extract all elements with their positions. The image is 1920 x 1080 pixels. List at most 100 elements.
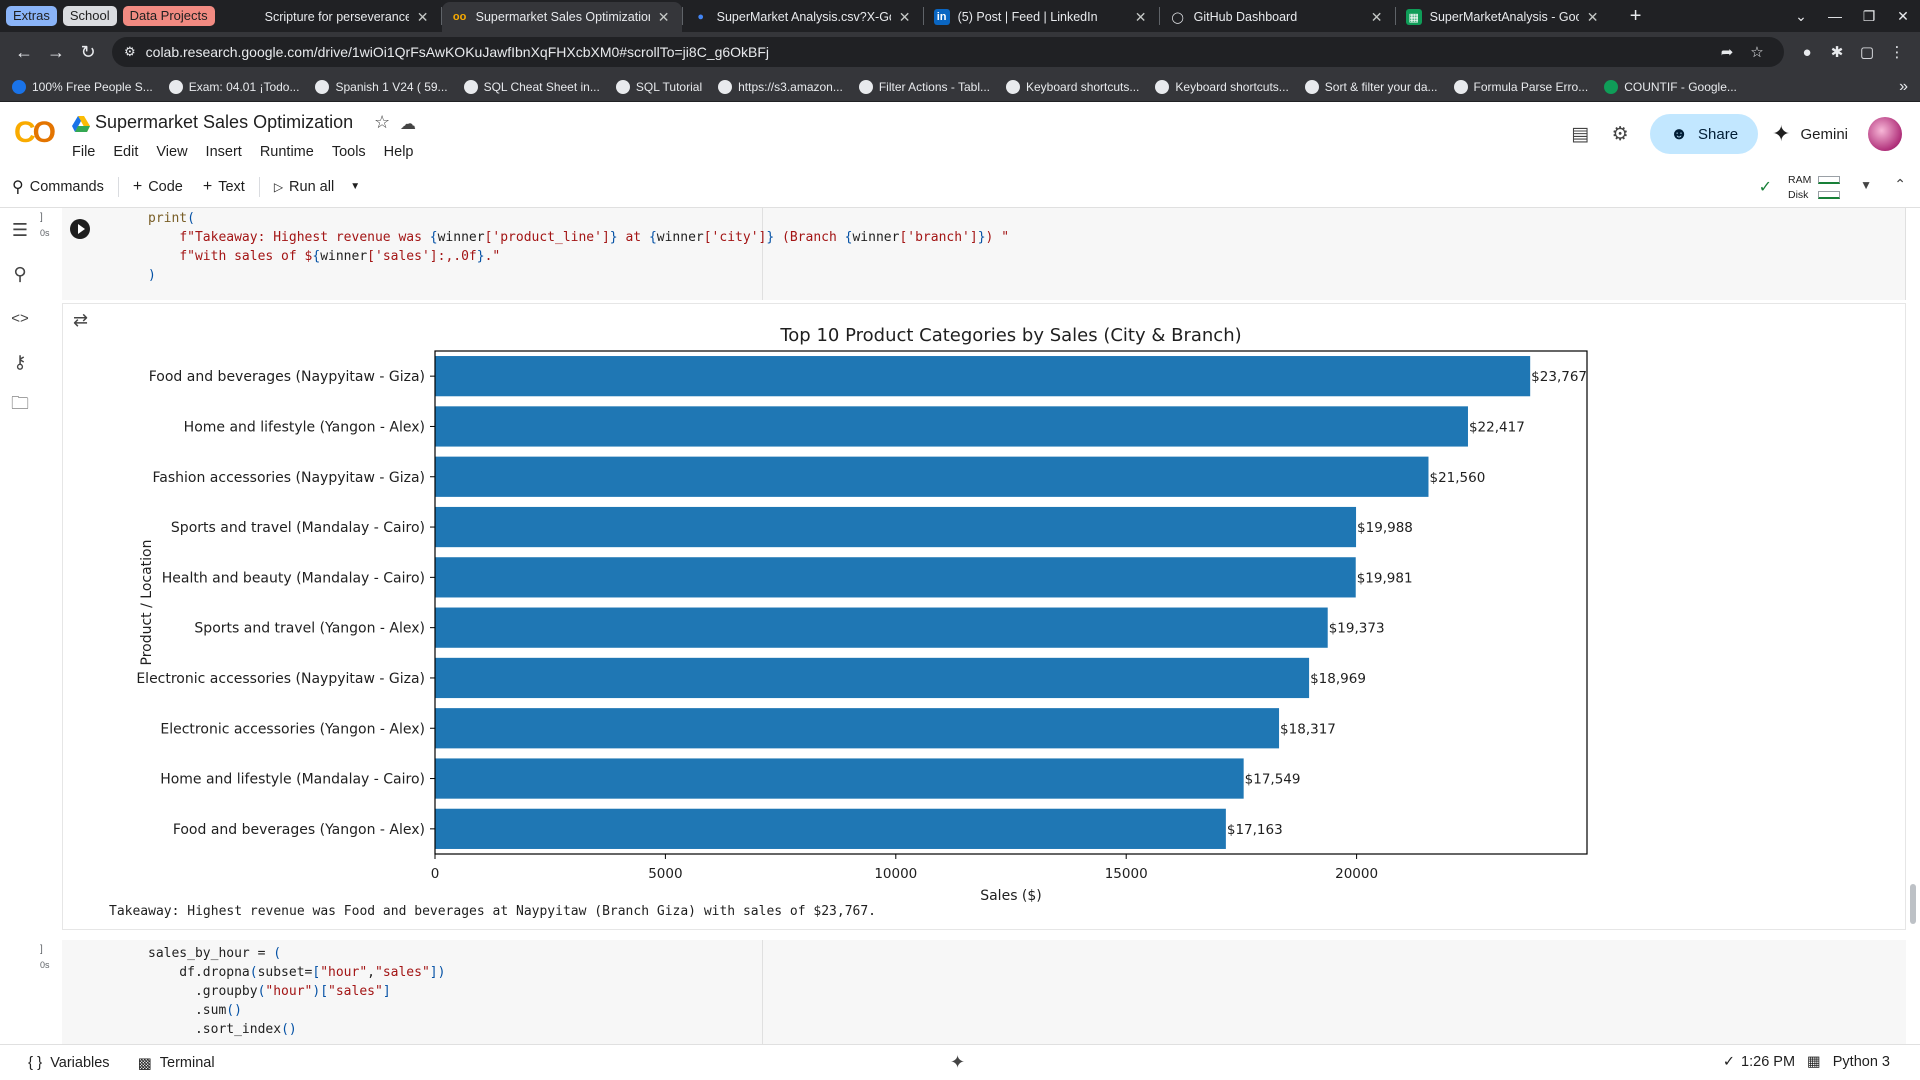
chevron-up-icon[interactable]: ⌃ bbox=[1894, 176, 1906, 193]
browser-tab[interactable]: ◯ GitHub Dashboard ✕ bbox=[1160, 2, 1395, 32]
more-bookmarks-icon[interactable]: » bbox=[1899, 78, 1908, 96]
terminal-button[interactable]: ▩ Terminal bbox=[138, 1054, 215, 1072]
add-text-button[interactable]: + Text bbox=[203, 178, 245, 196]
code-snippets-icon[interactable]: <> bbox=[0, 296, 40, 340]
browser-tab[interactable]: ● SuperMarket Analysis.csv?X-Goo ✕ bbox=[683, 2, 923, 32]
extensions-icon[interactable]: ✱ bbox=[1822, 43, 1852, 61]
code-cell[interactable]: winner = top10.iloc[0]print( f"Takeaway:… bbox=[62, 208, 1906, 300]
menu-item[interactable]: File bbox=[72, 144, 95, 160]
restore-icon[interactable]: ❐ bbox=[1852, 8, 1886, 25]
tab-group-chip[interactable]: Data Projects bbox=[122, 6, 215, 26]
code-token: winner bbox=[852, 230, 900, 245]
share-button[interactable]: ☻ Share bbox=[1650, 114, 1759, 154]
close-icon[interactable]: ✕ bbox=[415, 9, 431, 26]
chevron-down-icon[interactable]: ▼ bbox=[1860, 178, 1872, 192]
bookmark-item[interactable]: 100% Free People S... bbox=[12, 79, 153, 94]
y-tick-label: Home and lifestyle (Mandalay - Cairo) bbox=[160, 772, 425, 788]
secrets-key-icon[interactable]: ⚷ bbox=[0, 340, 40, 384]
bookmark-item[interactable]: Spanish 1 V24 ( 59... bbox=[315, 79, 448, 94]
close-icon[interactable]: ✕ bbox=[897, 9, 913, 26]
reload-icon[interactable]: ↻ bbox=[72, 36, 104, 68]
back-icon[interactable]: ← bbox=[8, 36, 40, 68]
forward-icon[interactable]: → bbox=[40, 36, 72, 68]
code-line: f"with sales of ${winner['sales']:,.0f}.… bbox=[148, 247, 500, 266]
bookmark-item[interactable]: Keyboard shortcuts... bbox=[1155, 79, 1289, 94]
run-cell-button[interactable] bbox=[70, 219, 90, 239]
code-token: ] bbox=[382, 984, 391, 999]
browser-menu-icon[interactable]: ⋮ bbox=[1882, 43, 1912, 61]
run-all-button[interactable]: ▷ Run all ▼ bbox=[274, 179, 360, 195]
menu-item[interactable]: Insert bbox=[206, 144, 242, 160]
address-bar[interactable]: ⚙ colab.research.google.com/drive/1wiOi1… bbox=[112, 37, 1784, 67]
bookmark-favicon-icon bbox=[1155, 79, 1170, 94]
bookmark-item[interactable]: COUNTIF - Google... bbox=[1604, 79, 1737, 94]
code-token: print bbox=[148, 211, 188, 226]
profile-sync-icon[interactable]: ● bbox=[1792, 44, 1822, 61]
browser-tab[interactable]: oo Supermarket Sales Optimization ✕ bbox=[441, 2, 682, 32]
bookmark-item[interactable]: SQL Cheat Sheet in... bbox=[463, 79, 600, 94]
code-cell[interactable]: sales_by_hour = ( df.dropna(subset=["hou… bbox=[62, 940, 1906, 1044]
bookmark-label: Sort & filter your da... bbox=[1324, 79, 1438, 94]
gemini-button[interactable]: ✦ Gemini bbox=[1772, 121, 1848, 147]
menu-item[interactable]: Tools bbox=[332, 144, 366, 160]
bookmark-favicon-icon bbox=[615, 79, 630, 94]
bookmark-item[interactable]: SQL Tutorial bbox=[615, 79, 702, 94]
bookmark-item[interactable]: https://s3.amazon... bbox=[718, 79, 843, 94]
share-page-icon[interactable]: ➦ bbox=[1712, 43, 1742, 61]
side-panel-icon[interactable]: ▢ bbox=[1852, 43, 1882, 61]
menu-item[interactable]: Runtime bbox=[260, 144, 314, 160]
menu-item[interactable]: Help bbox=[384, 144, 414, 160]
browser-tab[interactable]: ▦ SuperMarketAnalysis - Google Sh ✕ bbox=[1396, 2, 1611, 32]
y-tick-label: Sports and travel (Yangon - Alex) bbox=[194, 621, 425, 637]
cloud-saved-icon[interactable]: ☁ bbox=[400, 114, 416, 134]
status-time[interactable]: 1:26 PM bbox=[1741, 1054, 1795, 1070]
add-code-button[interactable]: + Code bbox=[133, 178, 183, 196]
close-icon[interactable]: ✕ bbox=[1133, 9, 1149, 26]
menu-item[interactable]: View bbox=[156, 144, 187, 160]
window-close-icon[interactable]: ✕ bbox=[1886, 8, 1920, 25]
star-icon[interactable]: ☆ bbox=[374, 112, 390, 133]
x-tick-label: 10000 bbox=[874, 866, 917, 882]
avatar[interactable] bbox=[1868, 117, 1902, 151]
find-replace-icon[interactable]: ⚲ bbox=[0, 252, 40, 296]
exec-time: 0s bbox=[40, 960, 50, 970]
tab-group-chip[interactable]: Extras bbox=[6, 6, 57, 26]
terminal-label: Terminal bbox=[159, 1054, 215, 1071]
menu-item[interactable]: Edit bbox=[113, 144, 138, 160]
files-folder-icon[interactable]: 🗀 bbox=[0, 384, 40, 428]
people-icon: ☻ bbox=[1670, 124, 1689, 143]
resources-indicator[interactable]: ✓ RAM Disk bbox=[1759, 172, 1840, 202]
tab-group-chip[interactable]: School bbox=[62, 6, 117, 26]
close-icon[interactable]: ✕ bbox=[1585, 9, 1601, 26]
browser-tab[interactable]: in (5) Post | Feed | LinkedIn ✕ bbox=[924, 2, 1159, 32]
code-token: subset= bbox=[257, 965, 313, 980]
variables-button[interactable]: { } Variables bbox=[28, 1054, 110, 1071]
tab-search-icon[interactable]: ⌄ bbox=[1784, 8, 1818, 25]
bookmark-item[interactable]: Keyboard shortcuts... bbox=[1006, 79, 1139, 94]
notebook-title[interactable]: Supermarket Sales Optimization bbox=[95, 112, 353, 133]
bookmark-label: COUNTIF - Google... bbox=[1624, 79, 1737, 94]
colab-logo-icon[interactable]: CO bbox=[14, 116, 56, 150]
code-token: } bbox=[609, 230, 618, 245]
table-of-contents-icon[interactable]: ☰ bbox=[0, 208, 40, 252]
bookmark-item[interactable]: Sort & filter your da... bbox=[1304, 79, 1438, 94]
runtime-label[interactable]: Python 3 bbox=[1833, 1054, 1890, 1070]
chevron-down-icon[interactable]: ▼ bbox=[350, 181, 360, 192]
minimize-icon[interactable]: — bbox=[1818, 8, 1852, 24]
bookmark-item[interactable]: Filter Actions - Tabl... bbox=[858, 79, 990, 94]
settings-gear-icon[interactable]: ⚙ bbox=[1600, 123, 1640, 146]
close-icon[interactable]: ✕ bbox=[656, 9, 672, 26]
bookmark-star-icon[interactable]: ☆ bbox=[1742, 43, 1772, 61]
close-icon[interactable]: ✕ bbox=[1369, 9, 1385, 26]
site-info-icon[interactable]: ⚙ bbox=[124, 44, 136, 60]
bookmark-item[interactable]: Exam: 04.01 ¡Todo... bbox=[168, 79, 299, 94]
code-token: :,.0f bbox=[437, 249, 477, 264]
comment-icon[interactable]: ▤ bbox=[1560, 123, 1600, 146]
browser-tab[interactable]: Scripture for perseverance ✕ bbox=[231, 2, 441, 32]
commands-button[interactable]: ⚲ Commands bbox=[12, 177, 104, 197]
new-tab-icon[interactable]: + bbox=[1619, 5, 1653, 28]
scrollbar-thumb[interactable] bbox=[1910, 884, 1916, 924]
bookmark-item[interactable]: Formula Parse Erro... bbox=[1453, 79, 1588, 94]
y-tick-label: Food and beverages (Yangon - Alex) bbox=[173, 822, 425, 838]
gemini-spark-icon[interactable]: ✦ bbox=[950, 1052, 965, 1073]
